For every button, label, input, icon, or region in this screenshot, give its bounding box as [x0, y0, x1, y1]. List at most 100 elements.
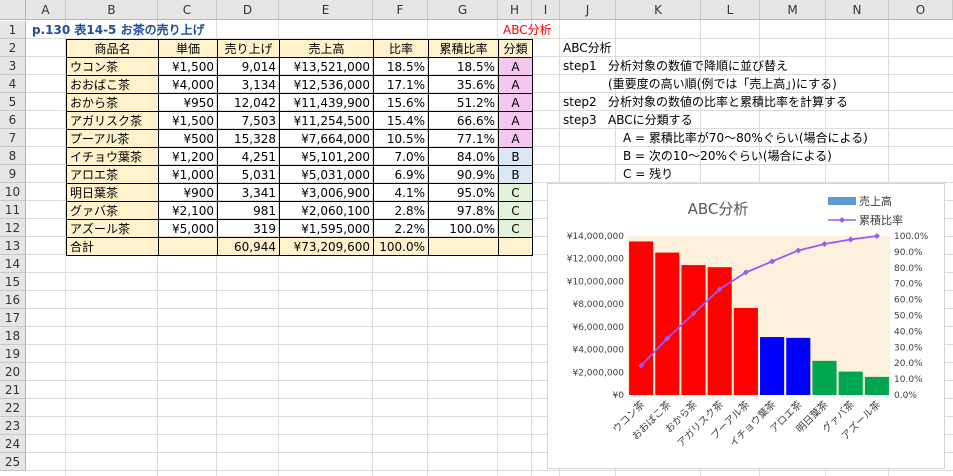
class-cell[interactable]: B [498, 147, 533, 166]
table-cell[interactable]: 9,014 [217, 57, 280, 76]
class-b-text[interactable]: B = 次の10～20%ぐらい(場合による) [620, 147, 835, 165]
column-header-G[interactable]: G [428, 0, 498, 20]
table-cell[interactable]: ¥5,101,200 [279, 147, 374, 166]
table-cell[interactable]: グァバ茶 [66, 201, 159, 220]
row-header-20[interactable]: 20 [0, 363, 26, 381]
table-cell[interactable]: ¥1,200 [158, 147, 218, 166]
table-cell[interactable]: ¥4,000 [158, 75, 218, 94]
step2-label[interactable]: step2 [560, 93, 600, 111]
row-header-13[interactable]: 13 [0, 237, 26, 255]
abc-chart[interactable]: ABC分析 売上高 累積比率 ¥0 ¥2,000,000 ¥4,000,000 ¥6,000… [547, 183, 945, 469]
table-cell[interactable]: 12,042 [217, 93, 280, 112]
row-header-21[interactable]: 21 [0, 381, 26, 399]
class-cell[interactable]: A [498, 129, 533, 148]
table-cell[interactable]: 18.5% [428, 57, 499, 76]
table-cell[interactable]: ¥1,500 [158, 57, 218, 76]
class-cell[interactable]: A [498, 57, 533, 76]
table-cell[interactable]: アロエ茶 [66, 165, 159, 184]
table-cell[interactable]: 7.0% [373, 147, 429, 166]
row-header-10[interactable]: 10 [0, 183, 26, 201]
row-header-9[interactable]: 9 [0, 165, 26, 183]
column-header-B[interactable]: B [66, 0, 158, 20]
row-header-5[interactable]: 5 [0, 93, 26, 111]
table-cell[interactable]: プーアル茶 [66, 129, 159, 148]
step3-label[interactable]: step3 [560, 111, 600, 129]
table-cell[interactable]: 95.0% [428, 183, 499, 202]
row-header-15[interactable]: 15 [0, 273, 26, 291]
column-header-H[interactable]: H [498, 0, 532, 20]
step1-sub[interactable]: (重要度の高い順(例では「売上高」)にする) [605, 75, 840, 93]
column-header-L[interactable]: L [701, 0, 760, 20]
table-header-cell[interactable]: 売り上げ [217, 39, 280, 58]
table-cell[interactable]: ¥5,031,000 [279, 165, 374, 184]
table-cell[interactable]: 2.2% [373, 219, 429, 238]
table-header-cell[interactable]: 累積比率 [428, 39, 499, 58]
column-header-I[interactable]: I [532, 0, 560, 20]
row-header-22[interactable]: 22 [0, 399, 26, 417]
row-header-25[interactable]: 25 [0, 453, 26, 471]
table-cell[interactable]: 35.6% [428, 75, 499, 94]
row-header-14[interactable]: 14 [0, 255, 26, 273]
row-header-8[interactable]: 8 [0, 147, 26, 165]
table-cell[interactable]: 18.5% [373, 57, 429, 76]
row-header-2[interactable]: 2 [0, 39, 26, 57]
notes-heading[interactable]: ABC分析 [560, 39, 615, 57]
table-cell[interactable]: ¥500 [158, 129, 218, 148]
class-c-text[interactable]: C = 残り [620, 165, 676, 183]
column-header-N[interactable]: N [826, 0, 889, 20]
table-header-cell[interactable]: 売上高 [279, 39, 374, 58]
column-header-O[interactable]: O [889, 0, 953, 20]
total-cell[interactable] [158, 237, 218, 256]
table-cell[interactable]: おから茶 [66, 93, 159, 112]
row-header-23[interactable]: 23 [0, 417, 26, 435]
select-all-corner[interactable] [0, 0, 26, 20]
table-cell[interactable]: ウコン茶 [66, 57, 159, 76]
row-header-1[interactable]: 1 [0, 21, 26, 39]
row-header-4[interactable]: 4 [0, 75, 26, 93]
table-cell[interactable]: ¥2,060,100 [279, 201, 374, 220]
class-cell[interactable]: C [498, 183, 533, 202]
table-cell[interactable]: 90.9% [428, 165, 499, 184]
row-header-6[interactable]: 6 [0, 111, 26, 129]
table-cell[interactable]: 77.1% [428, 129, 499, 148]
table-cell[interactable]: 4,251 [217, 147, 280, 166]
class-cell[interactable]: A [498, 111, 533, 130]
table-cell[interactable]: 4.1% [373, 183, 429, 202]
table-cell[interactable]: ¥1,000 [158, 165, 218, 184]
table-cell[interactable]: 3,341 [217, 183, 280, 202]
class-a-text[interactable]: A = 累積比率が70～80%ぐらい(場合による) [620, 129, 871, 147]
step2-text[interactable]: 分析対象の数値の比率と累積比率を計算する [605, 93, 851, 111]
row-header-17[interactable]: 17 [0, 309, 26, 327]
table-cell[interactable]: 66.6% [428, 111, 499, 130]
class-cell[interactable]: C [498, 201, 533, 220]
table-header-cell[interactable]: 比率 [373, 39, 429, 58]
table-cell[interactable]: ¥11,254,500 [279, 111, 374, 130]
table-cell[interactable]: ¥2,100 [158, 201, 218, 220]
column-header-K[interactable]: K [616, 0, 701, 20]
table-cell[interactable]: 2.8% [373, 201, 429, 220]
column-header-D[interactable]: D [217, 0, 279, 20]
row-header-3[interactable]: 3 [0, 57, 26, 75]
class-cell[interactable]: A [498, 93, 533, 112]
total-cell[interactable] [498, 237, 533, 256]
table-header-cell[interactable]: 商品名 [66, 39, 159, 58]
class-cell[interactable]: A [498, 75, 533, 94]
table-cell[interactable]: 15.6% [373, 93, 429, 112]
table-cell[interactable]: 7,503 [217, 111, 280, 130]
row-header-24[interactable]: 24 [0, 435, 26, 453]
column-header-M[interactable]: M [760, 0, 826, 20]
table-header-cell[interactable]: 分類 [498, 39, 533, 58]
table-cell[interactable]: 84.0% [428, 147, 499, 166]
row-header-12[interactable]: 12 [0, 219, 26, 237]
column-header-A[interactable]: A [26, 0, 66, 20]
step1-label[interactable]: step1 [560, 57, 600, 75]
table-cell[interactable]: ¥950 [158, 93, 218, 112]
column-header-C[interactable]: C [158, 0, 217, 20]
total-cell[interactable]: 100.0% [373, 237, 429, 256]
row-header-16[interactable]: 16 [0, 291, 26, 309]
table-cell[interactable]: 97.8% [428, 201, 499, 220]
step3-text[interactable]: ABCに分類する [605, 111, 696, 129]
class-cell[interactable]: B [498, 165, 533, 184]
table-cell[interactable]: 17.1% [373, 75, 429, 94]
table-cell[interactable]: アガリスク茶 [66, 111, 159, 130]
